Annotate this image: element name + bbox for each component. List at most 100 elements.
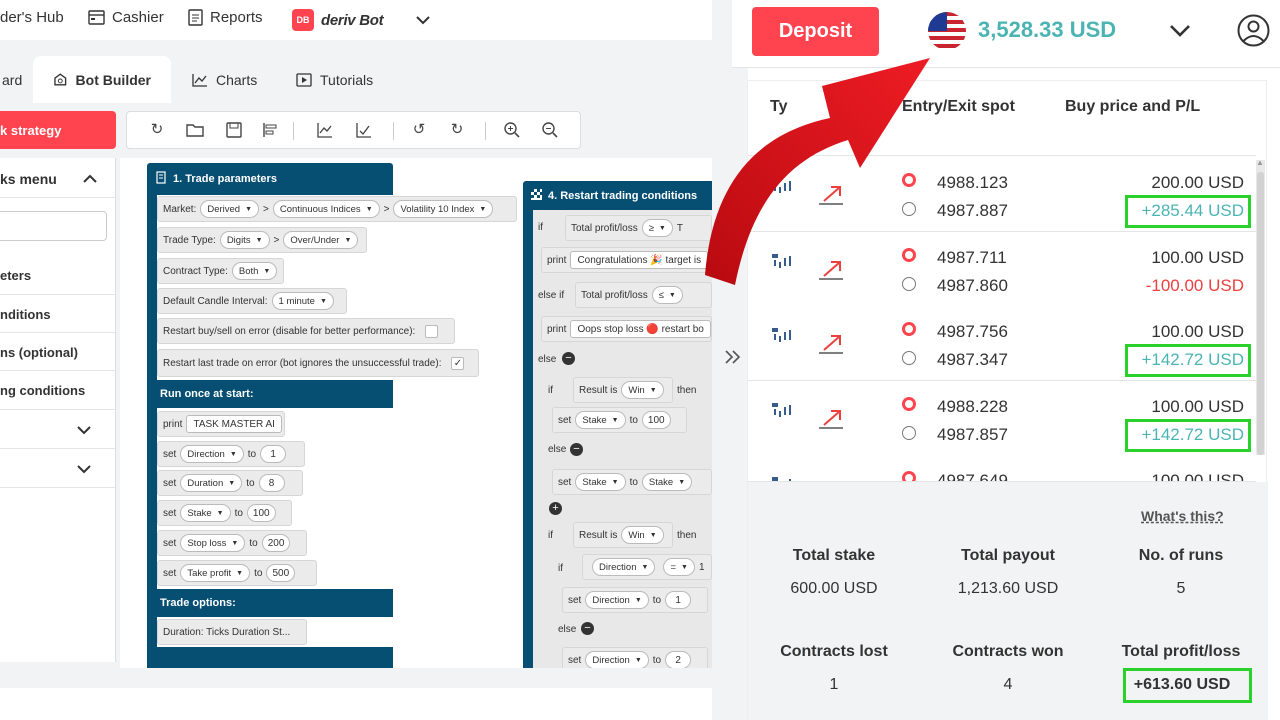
nav-deriv-bot[interactable]: DB deriv Bot — [292, 9, 431, 31]
submarket-select[interactable]: Continuous Indices — [272, 200, 380, 218]
tab-tutorials[interactable]: Tutorials — [276, 56, 393, 103]
open-folder-icon[interactable] — [186, 121, 204, 139]
variable-select[interactable]: Direction — [180, 445, 244, 463]
workspace-scrollbar[interactable] — [0, 668, 712, 688]
variable-value[interactable]: 100 — [641, 411, 671, 429]
zoom-out-icon[interactable] — [541, 121, 559, 139]
variable-select[interactable]: Stop loss — [180, 534, 246, 552]
sidebar-item-restart-conditions[interactable]: ng conditions — [0, 371, 115, 410]
then-keyword: then — [677, 385, 697, 396]
add-branch-icon[interactable]: + — [549, 502, 562, 515]
print-block[interactable]: print TASK MASTER AI — [157, 411, 285, 437]
undo-icon[interactable]: ↺ — [410, 121, 428, 139]
direction-condition-block[interactable]: Direction =1 — [582, 554, 712, 580]
print-congrats-block[interactable]: print Congratulations 🎉 target is — [541, 247, 712, 273]
trade-type-icon — [819, 410, 843, 429]
contract-type-row[interactable]: Contract Type: Both — [157, 258, 284, 284]
account-balance[interactable]: 3,528.33 USD — [978, 17, 1116, 43]
quick-strategy-button[interactable]: k strategy — [0, 111, 116, 149]
remove-branch-icon[interactable]: − — [562, 352, 575, 365]
chevron-up-icon[interactable] — [83, 174, 97, 183]
sidebar-item-label: ns (optional) — [0, 345, 78, 360]
print-text[interactable]: Congratulations 🎉 target is — [570, 251, 709, 269]
operator-select[interactable]: = — [663, 558, 695, 576]
variable-select[interactable]: Direction — [592, 558, 656, 576]
variable-select[interactable]: Stake — [180, 504, 231, 522]
sort-blocks-icon[interactable] — [262, 121, 280, 139]
result-condition-block[interactable]: Result is Win — [573, 522, 673, 548]
variable-value[interactable]: 500 — [266, 564, 296, 582]
user-icon[interactable] — [1237, 14, 1270, 47]
chevron-down-icon[interactable] — [416, 15, 431, 25]
nav-cashier[interactable]: Cashier — [88, 9, 164, 26]
variable-select[interactable]: Stake — [575, 411, 626, 429]
variable-select[interactable]: Stake — [575, 473, 626, 491]
sidebar-item-analysis[interactable] — [0, 410, 115, 449]
buy-price: 100.00 USD — [1151, 322, 1244, 341]
operator-select[interactable]: ≤ — [651, 286, 683, 304]
blocks-search-input[interactable] — [0, 211, 107, 241]
print-text[interactable]: Oops stop loss 🔴 restart bo — [570, 320, 711, 338]
blocks-menu-header[interactable]: ks menu — [0, 158, 115, 198]
sidebar-item-utility[interactable] — [0, 449, 115, 488]
variable-value[interactable]: 1 — [665, 591, 692, 609]
trade-type-select[interactable]: Over/Under — [283, 231, 359, 249]
operator-select[interactable]: ≥ — [641, 219, 673, 237]
scrollbar-thumb[interactable] — [1257, 172, 1264, 455]
set-stake-block[interactable]: setStaketo100 — [552, 407, 687, 433]
print-text[interactable]: TASK MASTER AI — [186, 415, 282, 433]
set-direction-block[interactable]: set Direction to 1 — [157, 441, 305, 467]
candle-interval-row[interactable]: Default Candle Interval: 1 minute — [157, 288, 347, 314]
variable-value[interactable]: 200 — [261, 534, 291, 552]
print-oops-block[interactable]: print Oops stop loss 🔴 restart bo — [541, 316, 712, 342]
symbol-select[interactable]: Volatility 10 Index — [393, 200, 494, 218]
variable-select[interactable]: Direction — [585, 591, 649, 609]
sidebar-item-trade-parameters[interactable]: eters — [0, 256, 115, 295]
variable-value[interactable]: 2 — [665, 651, 692, 669]
trading-view-icon[interactable] — [355, 121, 373, 139]
result-condition-block[interactable]: Result is Win — [573, 377, 673, 403]
scroll-up-icon[interactable]: ▲ — [1256, 158, 1264, 167]
market-row[interactable]: Market: Derived> Continuous Indices> Vol… — [157, 196, 517, 222]
trade-category-select[interactable]: Digits — [219, 231, 270, 249]
chart-icon[interactable] — [316, 121, 334, 139]
zoom-in-icon[interactable] — [503, 121, 521, 139]
tab-bot-builder[interactable]: Bot Builder — [33, 56, 171, 103]
variable-select[interactable]: Take profit — [180, 564, 251, 582]
duration-block[interactable]: Duration: Ticks Duration St... — [157, 619, 307, 645]
variable-select[interactable]: Duration — [180, 474, 243, 492]
restart-last-trade-checkbox[interactable]: ✓ — [451, 356, 465, 370]
set-direction-block[interactable]: setDirectionto1 — [562, 587, 708, 613]
sidebar-item-sell-conditions[interactable]: ns (optional) — [0, 333, 115, 371]
variable-select[interactable]: Stake — [641, 473, 693, 491]
set-stake-block[interactable]: set Stake to 100 — [157, 500, 292, 526]
variable-value[interactable]: 100 — [246, 504, 276, 522]
contract-type-select[interactable]: Both — [231, 262, 278, 280]
remove-branch-icon[interactable]: − — [581, 622, 594, 635]
result-select[interactable]: Win — [621, 526, 664, 544]
transaction-row[interactable]: 4987.649 100.00 USD — [748, 455, 1256, 482]
set-stake-block[interactable]: setStaketoStake — [552, 469, 712, 495]
redo-icon[interactable]: ↻ — [448, 121, 466, 139]
remove-branch-icon[interactable]: − — [570, 443, 583, 456]
variable-value[interactable]: 1 — [260, 445, 287, 463]
nav-traders-hub[interactable]: der's Hub — [0, 9, 64, 26]
variable-value[interactable]: 8 — [258, 474, 285, 492]
reset-icon[interactable]: ↻ — [148, 121, 166, 139]
nav-reports[interactable]: Reports — [188, 9, 263, 26]
set-stop-loss-block[interactable]: set Stop loss to 200 — [157, 530, 307, 556]
result-select[interactable]: Win — [621, 381, 664, 399]
set-take-profit-block[interactable]: set Take profit to 500 — [157, 560, 317, 586]
whats-this-link[interactable]: What's this? — [1141, 508, 1224, 524]
set-duration-block[interactable]: set Duration to 8 — [157, 470, 303, 496]
save-icon[interactable] — [225, 121, 243, 139]
sidebar-item-purchase-conditions[interactable]: nditions — [0, 295, 115, 333]
restart-on-error-checkbox[interactable] — [425, 324, 439, 338]
expand-panel-icon[interactable] — [725, 350, 741, 364]
variable-select[interactable]: Direction — [585, 651, 649, 669]
tab-charts[interactable]: Charts — [172, 56, 277, 103]
candle-interval-select[interactable]: 1 minute — [271, 292, 334, 310]
trade-type-row[interactable]: Trade Type: Digits> Over/Under — [157, 227, 367, 253]
chevron-down-icon[interactable] — [1169, 24, 1191, 38]
market-select[interactable]: Derived — [200, 200, 260, 218]
